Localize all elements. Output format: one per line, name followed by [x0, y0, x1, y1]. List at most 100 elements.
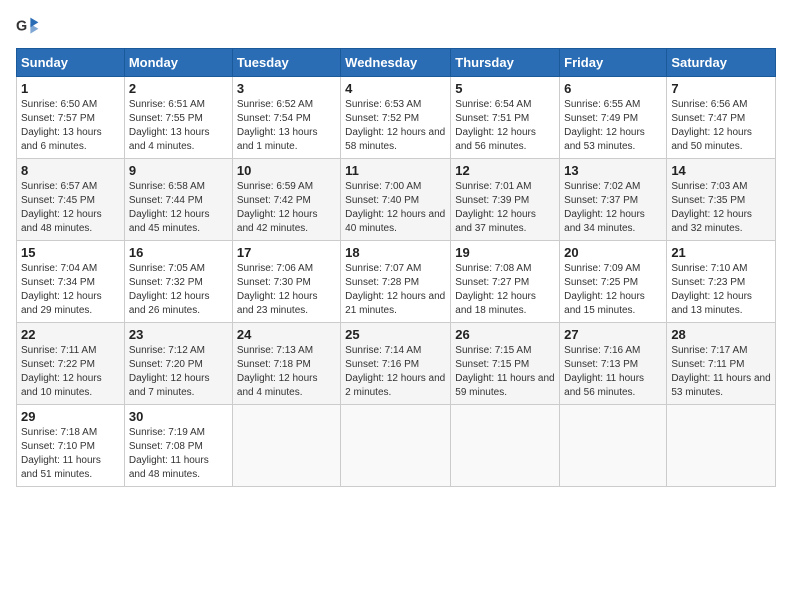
day-number: 10 — [237, 163, 336, 178]
calendar-cell: 13 Sunrise: 7:02 AMSunset: 7:37 PMDayligh… — [560, 159, 667, 241]
day-info: Sunrise: 6:53 AMSunset: 7:52 PMDaylight:… — [345, 98, 446, 154]
day-number: 6 — [564, 81, 662, 96]
calendar-cell: 27 Sunrise: 7:16 AMSunset: 7:13 PMDayligh… — [560, 323, 667, 405]
day-number: 30 — [129, 409, 228, 424]
page-header: G — [16, 16, 776, 36]
day-info: Sunrise: 7:15 AMSunset: 7:15 PMDaylight:… — [455, 344, 555, 400]
calendar-cell: 23Sunrise: 7:12 AMSunset: 7:20 PMDayligh… — [124, 323, 232, 405]
calendar-cell: 15 Sunrise: 7:04 AMSunset: 7:34 PMDayligh… — [17, 241, 125, 323]
day-info: Sunrise: 7:02 AMSunset: 7:37 PMDaylight:… — [564, 180, 662, 236]
day-info: Sunrise: 7:17 AMSunset: 7:11 PMDaylight:… — [671, 344, 771, 400]
calendar-header-thursday: Thursday — [451, 49, 560, 77]
day-number: 12 — [455, 163, 555, 178]
calendar-cell: 6 Sunrise: 6:55 AMSunset: 7:49 PMDaylight… — [560, 77, 667, 159]
calendar-cell: 5Sunrise: 6:54 AMSunset: 7:51 PMDaylight… — [451, 77, 560, 159]
day-info: Sunrise: 7:03 AMSunset: 7:35 PMDaylight:… — [671, 180, 771, 236]
day-info: Sunrise: 7:07 AMSunset: 7:28 PMDaylight:… — [345, 262, 446, 318]
day-info: Sunrise: 7:06 AMSunset: 7:30 PMDaylight:… — [237, 262, 336, 318]
day-number: 15 — [21, 245, 120, 260]
day-info: Sunrise: 7:01 AMSunset: 7:39 PMDaylight:… — [455, 180, 555, 236]
day-info: Sunrise: 6:55 AMSunset: 7:49 PMDaylight:… — [564, 98, 662, 154]
calendar-cell — [560, 405, 667, 487]
logo-icon: G — [16, 16, 40, 36]
calendar-cell: 20 Sunrise: 7:09 AMSunset: 7:25 PMDayligh… — [560, 241, 667, 323]
day-number: 22 — [21, 327, 120, 342]
day-number: 3 — [237, 81, 336, 96]
calendar-cell: 9Sunrise: 6:58 AMSunset: 7:44 PMDaylight… — [124, 159, 232, 241]
calendar-cell: 7 Sunrise: 6:56 AMSunset: 7:47 PMDaylight… — [667, 77, 776, 159]
calendar-cell: 3 Sunrise: 6:52 AMSunset: 7:54 PMDaylight… — [232, 77, 340, 159]
day-number: 1 — [21, 81, 120, 96]
day-info: Sunrise: 7:08 AMSunset: 7:27 PMDaylight:… — [455, 262, 555, 318]
calendar-cell — [232, 405, 340, 487]
day-number: 18 — [345, 245, 446, 260]
calendar-header-row: SundayMondayTuesdayWednesdayThursdayFrid… — [17, 49, 776, 77]
day-number: 13 — [564, 163, 662, 178]
day-info: Sunrise: 6:50 AMSunset: 7:57 PMDaylight:… — [21, 98, 120, 154]
day-info: Sunrise: 7:16 AMSunset: 7:13 PMDaylight:… — [564, 344, 662, 400]
day-number: 29 — [21, 409, 120, 424]
day-number: 14 — [671, 163, 771, 178]
day-info: Sunrise: 7:05 AMSunset: 7:32 PMDaylight:… — [129, 262, 228, 318]
day-number: 8 — [21, 163, 120, 178]
day-number: 27 — [564, 327, 662, 342]
day-info: Sunrise: 6:58 AMSunset: 7:44 PMDaylight:… — [129, 180, 228, 236]
day-number: 4 — [345, 81, 446, 96]
day-info: Sunrise: 7:10 AMSunset: 7:23 PMDaylight:… — [671, 262, 771, 318]
day-number: 20 — [564, 245, 662, 260]
day-number: 5 — [455, 81, 555, 96]
calendar-cell: 21Sunrise: 7:10 AMSunset: 7:23 PMDayligh… — [667, 241, 776, 323]
calendar-cell: 2 Sunrise: 6:51 AMSunset: 7:55 PMDaylight… — [124, 77, 232, 159]
calendar-table: SundayMondayTuesdayWednesdayThursdayFrid… — [16, 48, 776, 487]
calendar-cell: 17Sunrise: 7:06 AMSunset: 7:30 PMDayligh… — [232, 241, 340, 323]
day-info: Sunrise: 7:19 AMSunset: 7:08 PMDaylight:… — [129, 426, 228, 482]
calendar-week-row: 8 Sunrise: 6:57 AMSunset: 7:45 PMDaylight… — [17, 159, 776, 241]
day-number: 26 — [455, 327, 555, 342]
day-info: Sunrise: 7:11 AMSunset: 7:22 PMDaylight:… — [21, 344, 120, 400]
logo: G — [16, 16, 44, 36]
day-number: 11 — [345, 163, 446, 178]
calendar-week-row: 22 Sunrise: 7:11 AMSunset: 7:22 PMDayligh… — [17, 323, 776, 405]
day-number: 7 — [671, 81, 771, 96]
calendar-cell — [667, 405, 776, 487]
calendar-week-row: 29 Sunrise: 7:18 AMSunset: 7:10 PMDayligh… — [17, 405, 776, 487]
calendar-cell: 16 Sunrise: 7:05 AMSunset: 7:32 PMDayligh… — [124, 241, 232, 323]
calendar-cell: 22 Sunrise: 7:11 AMSunset: 7:22 PMDayligh… — [17, 323, 125, 405]
day-number: 28 — [671, 327, 771, 342]
day-number: 16 — [129, 245, 228, 260]
day-info: Sunrise: 6:52 AMSunset: 7:54 PMDaylight:… — [237, 98, 336, 154]
calendar-cell: 12 Sunrise: 7:01 AMSunset: 7:39 PMDayligh… — [451, 159, 560, 241]
day-number: 23 — [129, 327, 228, 342]
calendar-week-row: 1 Sunrise: 6:50 AMSunset: 7:57 PMDaylight… — [17, 77, 776, 159]
calendar-cell: 25 Sunrise: 7:14 AMSunset: 7:16 PMDayligh… — [341, 323, 451, 405]
calendar-cell — [451, 405, 560, 487]
calendar-cell: 26 Sunrise: 7:15 AMSunset: 7:15 PMDayligh… — [451, 323, 560, 405]
day-number: 24 — [237, 327, 336, 342]
day-info: Sunrise: 6:59 AMSunset: 7:42 PMDaylight:… — [237, 180, 336, 236]
calendar-cell: 11 Sunrise: 7:00 AMSunset: 7:40 PMDayligh… — [341, 159, 451, 241]
calendar-header-monday: Monday — [124, 49, 232, 77]
day-info: Sunrise: 7:00 AMSunset: 7:40 PMDaylight:… — [345, 180, 446, 236]
calendar-header-wednesday: Wednesday — [341, 49, 451, 77]
day-info: Sunrise: 7:09 AMSunset: 7:25 PMDaylight:… — [564, 262, 662, 318]
calendar-cell: 19Sunrise: 7:08 AMSunset: 7:27 PMDayligh… — [451, 241, 560, 323]
calendar-cell: 24 Sunrise: 7:13 AMSunset: 7:18 PMDayligh… — [232, 323, 340, 405]
day-info: Sunrise: 7:18 AMSunset: 7:10 PMDaylight:… — [21, 426, 120, 482]
calendar-cell: 10 Sunrise: 6:59 AMSunset: 7:42 PMDayligh… — [232, 159, 340, 241]
day-info: Sunrise: 6:57 AMSunset: 7:45 PMDaylight:… — [21, 180, 120, 236]
calendar-header-friday: Friday — [560, 49, 667, 77]
calendar-cell: 29 Sunrise: 7:18 AMSunset: 7:10 PMDayligh… — [17, 405, 125, 487]
calendar-header-tuesday: Tuesday — [232, 49, 340, 77]
day-info: Sunrise: 7:13 AMSunset: 7:18 PMDaylight:… — [237, 344, 336, 400]
day-info: Sunrise: 6:56 AMSunset: 7:47 PMDaylight:… — [671, 98, 771, 154]
calendar-cell: 4 Sunrise: 6:53 AMSunset: 7:52 PMDaylight… — [341, 77, 451, 159]
day-number: 25 — [345, 327, 446, 342]
day-info: Sunrise: 7:14 AMSunset: 7:16 PMDaylight:… — [345, 344, 446, 400]
calendar-cell: 14 Sunrise: 7:03 AMSunset: 7:35 PMDayligh… — [667, 159, 776, 241]
calendar-header-saturday: Saturday — [667, 49, 776, 77]
svg-text:G: G — [16, 18, 27, 34]
day-number: 2 — [129, 81, 228, 96]
calendar-header-sunday: Sunday — [17, 49, 125, 77]
day-info: Sunrise: 6:51 AMSunset: 7:55 PMDaylight:… — [129, 98, 228, 154]
day-info: Sunrise: 7:04 AMSunset: 7:34 PMDaylight:… — [21, 262, 120, 318]
